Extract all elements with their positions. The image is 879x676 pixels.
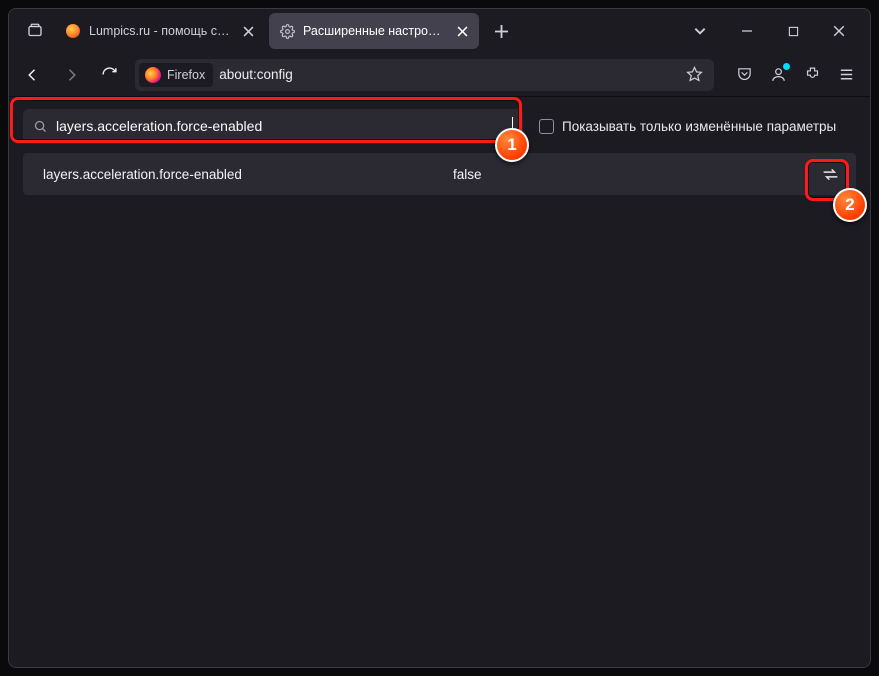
- tab-lumpics[interactable]: Lumpics.ru - помощь с компь: [55, 13, 265, 49]
- tab-strip: Lumpics.ru - помощь с компь Расширенные …: [9, 9, 870, 53]
- bookmark-star-icon[interactable]: [680, 61, 708, 89]
- minimize-button[interactable]: [724, 9, 770, 53]
- about-config-content: Показывать только изменённые параметры l…: [9, 97, 870, 667]
- app-menu-button[interactable]: [830, 59, 862, 91]
- pref-table: layers.acceleration.force-enabled false: [17, 153, 862, 195]
- toolbar-actions: [728, 59, 862, 91]
- back-button[interactable]: [17, 59, 49, 91]
- forward-button[interactable]: [55, 59, 87, 91]
- pocket-button[interactable]: [728, 59, 760, 91]
- pref-name: layers.acceleration.force-enabled: [43, 167, 443, 182]
- nav-toolbar: Firefox about:config: [9, 53, 870, 97]
- tab-about-config[interactable]: Расширенные настройки: [269, 13, 479, 49]
- toggle-value-button[interactable]: [814, 159, 846, 189]
- lumpics-favicon-icon: [65, 23, 81, 39]
- search-row: Показывать только изменённые параметры: [17, 105, 862, 153]
- recent-history-button[interactable]: [17, 13, 53, 49]
- pref-row[interactable]: layers.acceleration.force-enabled false: [23, 153, 856, 195]
- text-caret: [512, 117, 513, 135]
- tab-title: Lumpics.ru - помощь с компь: [89, 24, 231, 38]
- close-tab-icon[interactable]: [453, 22, 471, 40]
- all-tabs-dropdown[interactable]: [684, 15, 716, 47]
- pref-search-box[interactable]: [23, 109, 523, 143]
- identity-label: Firefox: [167, 68, 205, 82]
- maximize-button[interactable]: [770, 9, 816, 53]
- tab-title: Расширенные настройки: [303, 24, 445, 38]
- close-window-button[interactable]: [816, 9, 862, 53]
- show-modified-only[interactable]: Показывать только изменённые параметры: [539, 119, 836, 134]
- notification-dot-icon: [783, 63, 790, 70]
- pref-search-input[interactable]: [56, 118, 504, 134]
- account-button[interactable]: [762, 59, 794, 91]
- checkbox-icon[interactable]: [539, 119, 554, 134]
- pref-value: false: [453, 167, 804, 182]
- search-icon: [33, 119, 48, 134]
- new-tab-button[interactable]: [485, 15, 517, 47]
- extensions-button[interactable]: [796, 59, 828, 91]
- identity-box[interactable]: Firefox: [139, 63, 213, 87]
- close-tab-icon[interactable]: [239, 22, 257, 40]
- reload-button[interactable]: [93, 59, 125, 91]
- firefox-logo-icon: [145, 67, 161, 83]
- show-modified-label: Показывать только изменённые параметры: [562, 119, 836, 134]
- url-text: about:config: [219, 67, 674, 82]
- browser-window: Lumpics.ru - помощь с компь Расширенные …: [8, 8, 871, 668]
- gear-icon: [279, 23, 295, 39]
- window-controls: [724, 9, 862, 53]
- address-bar[interactable]: Firefox about:config: [135, 59, 714, 91]
